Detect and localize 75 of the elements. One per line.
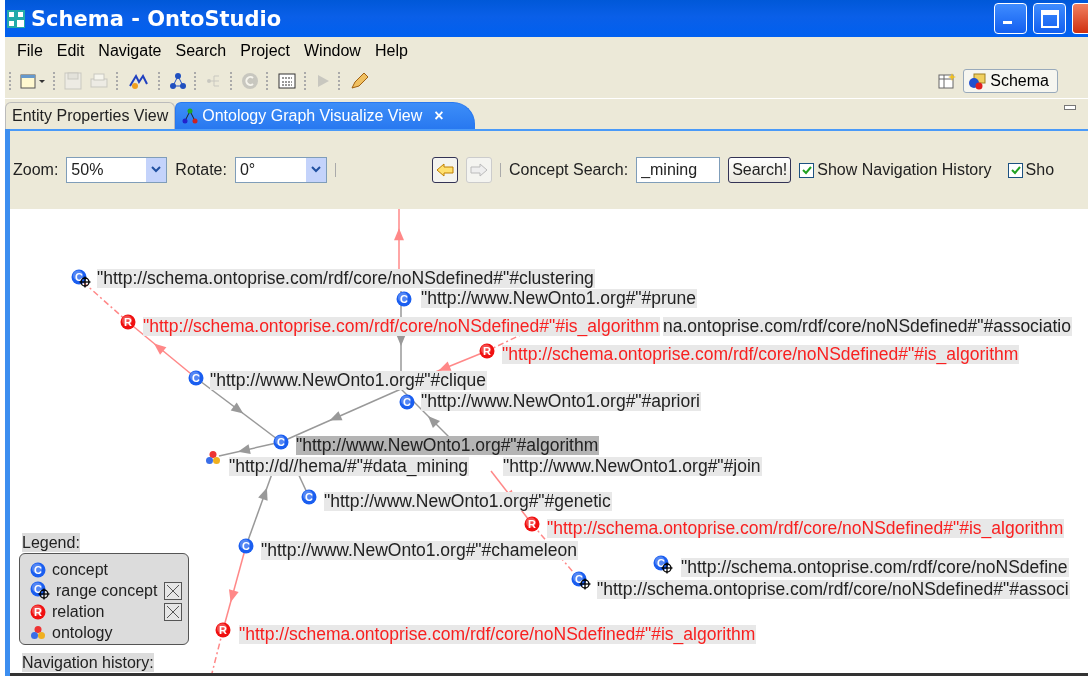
view-tab[interactable]: Entity Properties View (5, 102, 176, 129)
checkbox[interactable] (1007, 162, 1023, 178)
node-label[interactable]: "http://www.NewOnto1.org#"#join (503, 457, 762, 476)
perspective-button[interactable]: Schema (963, 69, 1058, 93)
open-perspective-icon[interactable] (938, 72, 957, 90)
menu-item[interactable]: Help (368, 41, 416, 60)
legend-checkbox[interactable] (164, 581, 182, 600)
new-file-icon[interactable] (20, 72, 46, 90)
legend-concept-icon: C (30, 561, 46, 578)
menu-item[interactable]: Edit (50, 41, 93, 60)
navigation-history-title: Navigation history: (22, 653, 154, 672)
legend-label: range concept (56, 581, 158, 600)
window-title: Schema - OntoStudio (31, 6, 283, 31)
arrow-left-icon (435, 163, 454, 177)
menu-item[interactable]: Navigate (92, 41, 170, 60)
chevron-down-icon (151, 166, 162, 174)
legend-label: ontology (52, 623, 114, 642)
concept-icon: C (273, 434, 289, 450)
concept-icon: C (238, 538, 254, 554)
ontology-icon (205, 450, 221, 466)
relation-icon: R (479, 343, 495, 359)
concept-icon: C (188, 370, 204, 386)
checkbox-label[interactable]: Show Navigation History (817, 161, 992, 179)
node-label[interactable]: "http://www.NewOnto1.org#"#clique (210, 371, 488, 390)
close-button[interactable] (1072, 3, 1088, 34)
view-tab[interactable]: Ontology Graph Visualize View × (175, 102, 475, 129)
checkbox[interactable] (799, 162, 815, 178)
minimize-icon (1003, 21, 1012, 24)
node-label[interactable]: "http://schema.ontoprise.com/rdf/core/noNSdefined#"#associ (597, 580, 1070, 599)
pencil-icon[interactable] (349, 72, 369, 90)
back-button[interactable] (431, 157, 458, 183)
node-label[interactable]: na.ontoprise.com/rdf/core/noNSdefined#"#associatio (663, 317, 1072, 336)
menu-item[interactable]: File (11, 41, 51, 60)
node-label[interactable]: "http://www.NewOnto1.org#"#algorithm (296, 436, 600, 455)
dropdown-field[interactable]: 0° (234, 157, 327, 183)
minimize-button[interactable] (994, 3, 1027, 34)
checkbox-label[interactable]: Sho (1025, 161, 1055, 179)
node-label[interactable]: "http://schema.ontoprise.com/rdf/core/noNSdefined#"#clustering (97, 269, 595, 288)
node-label[interactable]: "http://d//hema/#"#data_mining (229, 457, 470, 476)
node-label[interactable]: "http://www.NewOnto1.org#"#prune (421, 289, 698, 308)
concept-search-field[interactable]: _mining (636, 157, 721, 183)
arrow-right-icon (469, 163, 488, 177)
schema-icon (968, 72, 987, 90)
legend-label: concept (52, 560, 110, 579)
legend-label: relation (52, 602, 106, 621)
maximize-button[interactable] (1033, 3, 1066, 34)
relation-icon: R (120, 314, 136, 330)
legend-relation-icon: R (30, 603, 46, 620)
relation-icon: R (215, 622, 231, 638)
node-label[interactable]: "http://schema.ontoprise.com/rdf/core/noNSdefine (681, 558, 1069, 577)
concept-icon: C (396, 291, 412, 307)
dropdown-field[interactable]: 50% (66, 157, 168, 183)
menu-item[interactable]: Search (169, 41, 235, 60)
legend-title: Legend: (22, 533, 80, 552)
zoom-label: Zoom: (13, 161, 59, 179)
node-label[interactable]: "http://www.NewOnto1.org#"#genetic (324, 492, 612, 511)
menu-item[interactable]: Project (234, 41, 298, 60)
app-icon (7, 9, 25, 28)
search-button[interactable]: Search! (728, 157, 792, 183)
maximize-icon (1039, 8, 1060, 29)
legend-checkbox[interactable] (164, 602, 182, 621)
relation-icon: R (524, 516, 540, 532)
close-tab-button[interactable]: × (434, 107, 444, 125)
node-label[interactable]: "http://www.NewOnto1.org#"#apriori (421, 392, 701, 411)
rotate-label: Rotate: (175, 161, 227, 179)
concept-search-label: Concept Search: (508, 161, 629, 179)
concept-icon: C (399, 394, 415, 410)
hierarchy-icon[interactable] (169, 72, 187, 90)
ontology-icon (30, 624, 46, 641)
node-label[interactable]: "http://www.NewOnto1.org#"#chameleon (261, 541, 578, 560)
graph-icon (182, 108, 199, 124)
chevron-down-icon (310, 166, 321, 174)
menu-item[interactable]: Window (298, 41, 369, 60)
minimize-view-icon[interactable] (1064, 103, 1076, 111)
concept-icon: C (301, 489, 317, 505)
